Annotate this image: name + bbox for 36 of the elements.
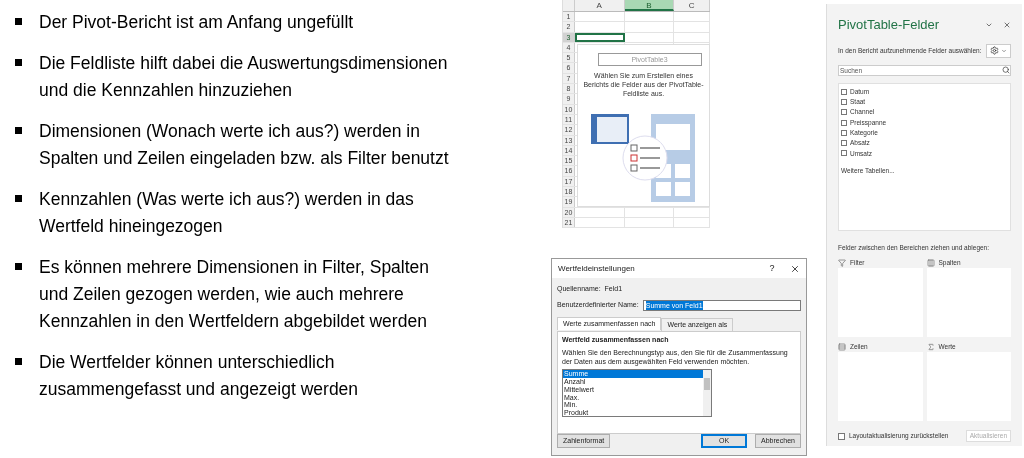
field-checkbox[interactable]	[841, 98, 847, 105]
help-button[interactable]: ?	[764, 261, 780, 276]
caret-icon	[1001, 47, 1007, 54]
column-header[interactable]: A	[574, 0, 625, 11]
search-icon	[1002, 66, 1010, 74]
bullet-icon	[15, 18, 22, 25]
bullet-text: Kennzahlen (Was werte ich aus?) werden in das Wertfeld hineingezogen	[39, 188, 414, 238]
column-header[interactable]: C	[674, 0, 710, 11]
close-icon[interactable]	[790, 263, 800, 274]
settings-icon	[990, 46, 999, 55]
field-checkbox[interactable]	[841, 150, 847, 157]
bullet-text: Die Wertfelder können unterschiedlich zusammengefasst und angezeigt werden	[39, 351, 359, 401]
column-header[interactable]: B	[624, 0, 675, 11]
bullet-text: Dimensionen (Wonach werte ich aus?) werden in Spalten und Zeilen eingeladen bzw. als Filter benutzt	[39, 120, 449, 170]
bullet-text: Der Pivot-Bericht ist am Anfang ungefüllt	[39, 11, 354, 34]
field-checkbox[interactable]	[841, 119, 847, 126]
bullet-icon	[15, 263, 22, 270]
pane-title: PivotTable-Felder	[838, 16, 941, 34]
sigma-icon	[926, 342, 935, 351]
bullet-text: Die Feldliste hilft dabei die Auswertungsdimensionen und die Kennzahlen hinzuziehen	[39, 52, 448, 102]
bullet-icon	[15, 358, 22, 365]
filter-icon	[838, 258, 846, 267]
field-checkbox[interactable]	[841, 88, 847, 95]
settings-button[interactable]	[986, 43, 1011, 58]
selected-cell[interactable]	[574, 32, 625, 42]
field-checkbox[interactable]	[841, 109, 847, 116]
bullet-text: Es können mehrere Dimensionen in Filter, Spalten und Zeilen gezogen werden, wie auch mehrere Kennzahlen in den Wertfeldern abgebildet werden	[39, 256, 430, 333]
field-checkbox[interactable]	[841, 129, 847, 136]
close-icon[interactable]	[1003, 20, 1011, 29]
dialog-title: Wertfeldeinstellungen	[558, 262, 636, 275]
bullet-icon	[15, 195, 22, 202]
bullet-icon	[15, 127, 22, 134]
scrollbar[interactable]	[703, 370, 711, 417]
field-checkbox[interactable]	[841, 140, 847, 147]
bullet-icon	[15, 59, 22, 66]
defer-checkbox[interactable]	[838, 432, 845, 440]
